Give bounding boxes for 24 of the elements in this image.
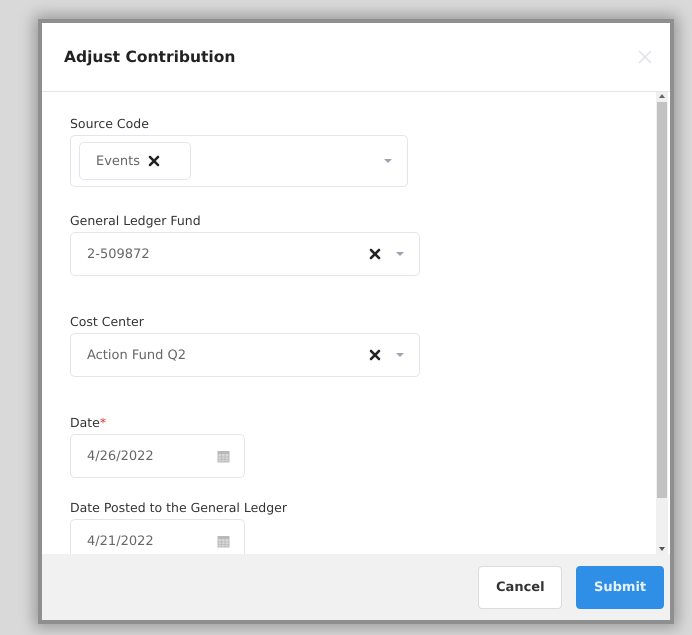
tag-chip[interactable]: Events — [79, 142, 192, 180]
close-icon[interactable] — [638, 50, 652, 64]
submit-button[interactable]: Submit — [576, 566, 664, 608]
field-label: General Ledger Fund — [70, 213, 202, 228]
cancel-button[interactable]: Cancel — [478, 566, 562, 608]
scroll-up-icon[interactable] — [658, 92, 666, 100]
field-label: Cost Center — [70, 314, 145, 329]
caret-icon[interactable] — [395, 251, 405, 257]
calendar-icon[interactable] — [217, 450, 230, 462]
caret-icon[interactable] — [395, 352, 405, 358]
date-field[interactable]: 4/26/2022 — [70, 434, 245, 478]
caret-icon[interactable] — [383, 158, 393, 164]
select-field[interactable]: 2-509872 — [70, 232, 420, 276]
clear-icon[interactable] — [369, 248, 381, 260]
scrollbar[interactable] — [656, 92, 668, 554]
field-label: Date Posted to the General Ledger — [70, 500, 288, 515]
remove-icon[interactable] — [148, 155, 160, 167]
dialog-title: Adjust Contribution — [64, 48, 236, 66]
clear-icon[interactable] — [369, 349, 381, 361]
field-label: Date* — [70, 415, 108, 430]
multi-select-field[interactable]: Events — [70, 135, 408, 187]
field-label: Source Code — [70, 116, 150, 131]
select-field[interactable]: Action Fund Q2 — [70, 333, 420, 377]
calendar-icon[interactable] — [217, 534, 230, 548]
